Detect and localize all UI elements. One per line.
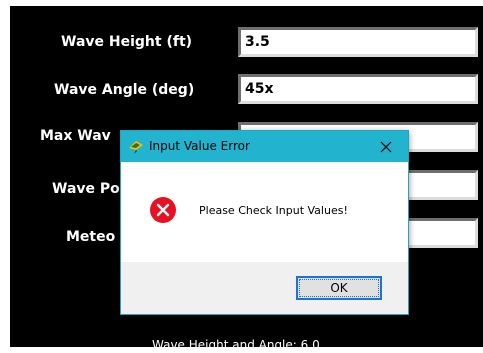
dialog-body: Please Check Input Values! [121,162,408,262]
error-icon [150,197,176,223]
dialog-titlebar[interactable]: Input Value Error [121,131,408,162]
wave-height-input[interactable]: 3.5 [238,27,478,57]
ok-button[interactable]: OK [296,276,382,300]
max-wave-label: Max Wav [40,128,111,144]
ok-button-label: OK [330,281,348,295]
meteo-label: Meteo [66,229,116,245]
app-icon [129,141,143,154]
dialog-message: Please Check Input Values! [199,204,348,217]
input-error-dialog: Input Value Error Please Check Input Val… [120,130,409,315]
dialog-close-button[interactable] [364,131,408,162]
wave-angle-label: Wave Angle (deg) [54,82,195,98]
wave-period-label: Wave Po [52,181,120,197]
wave-angle-input[interactable]: 45x [238,74,478,104]
dialog-title: Input Value Error [149,139,250,153]
wave-height-label: Wave Height (ft) [61,34,193,50]
wave-summary-text: Wave Height and Angle: 6.0 [152,338,320,352]
close-icon [380,141,392,152]
